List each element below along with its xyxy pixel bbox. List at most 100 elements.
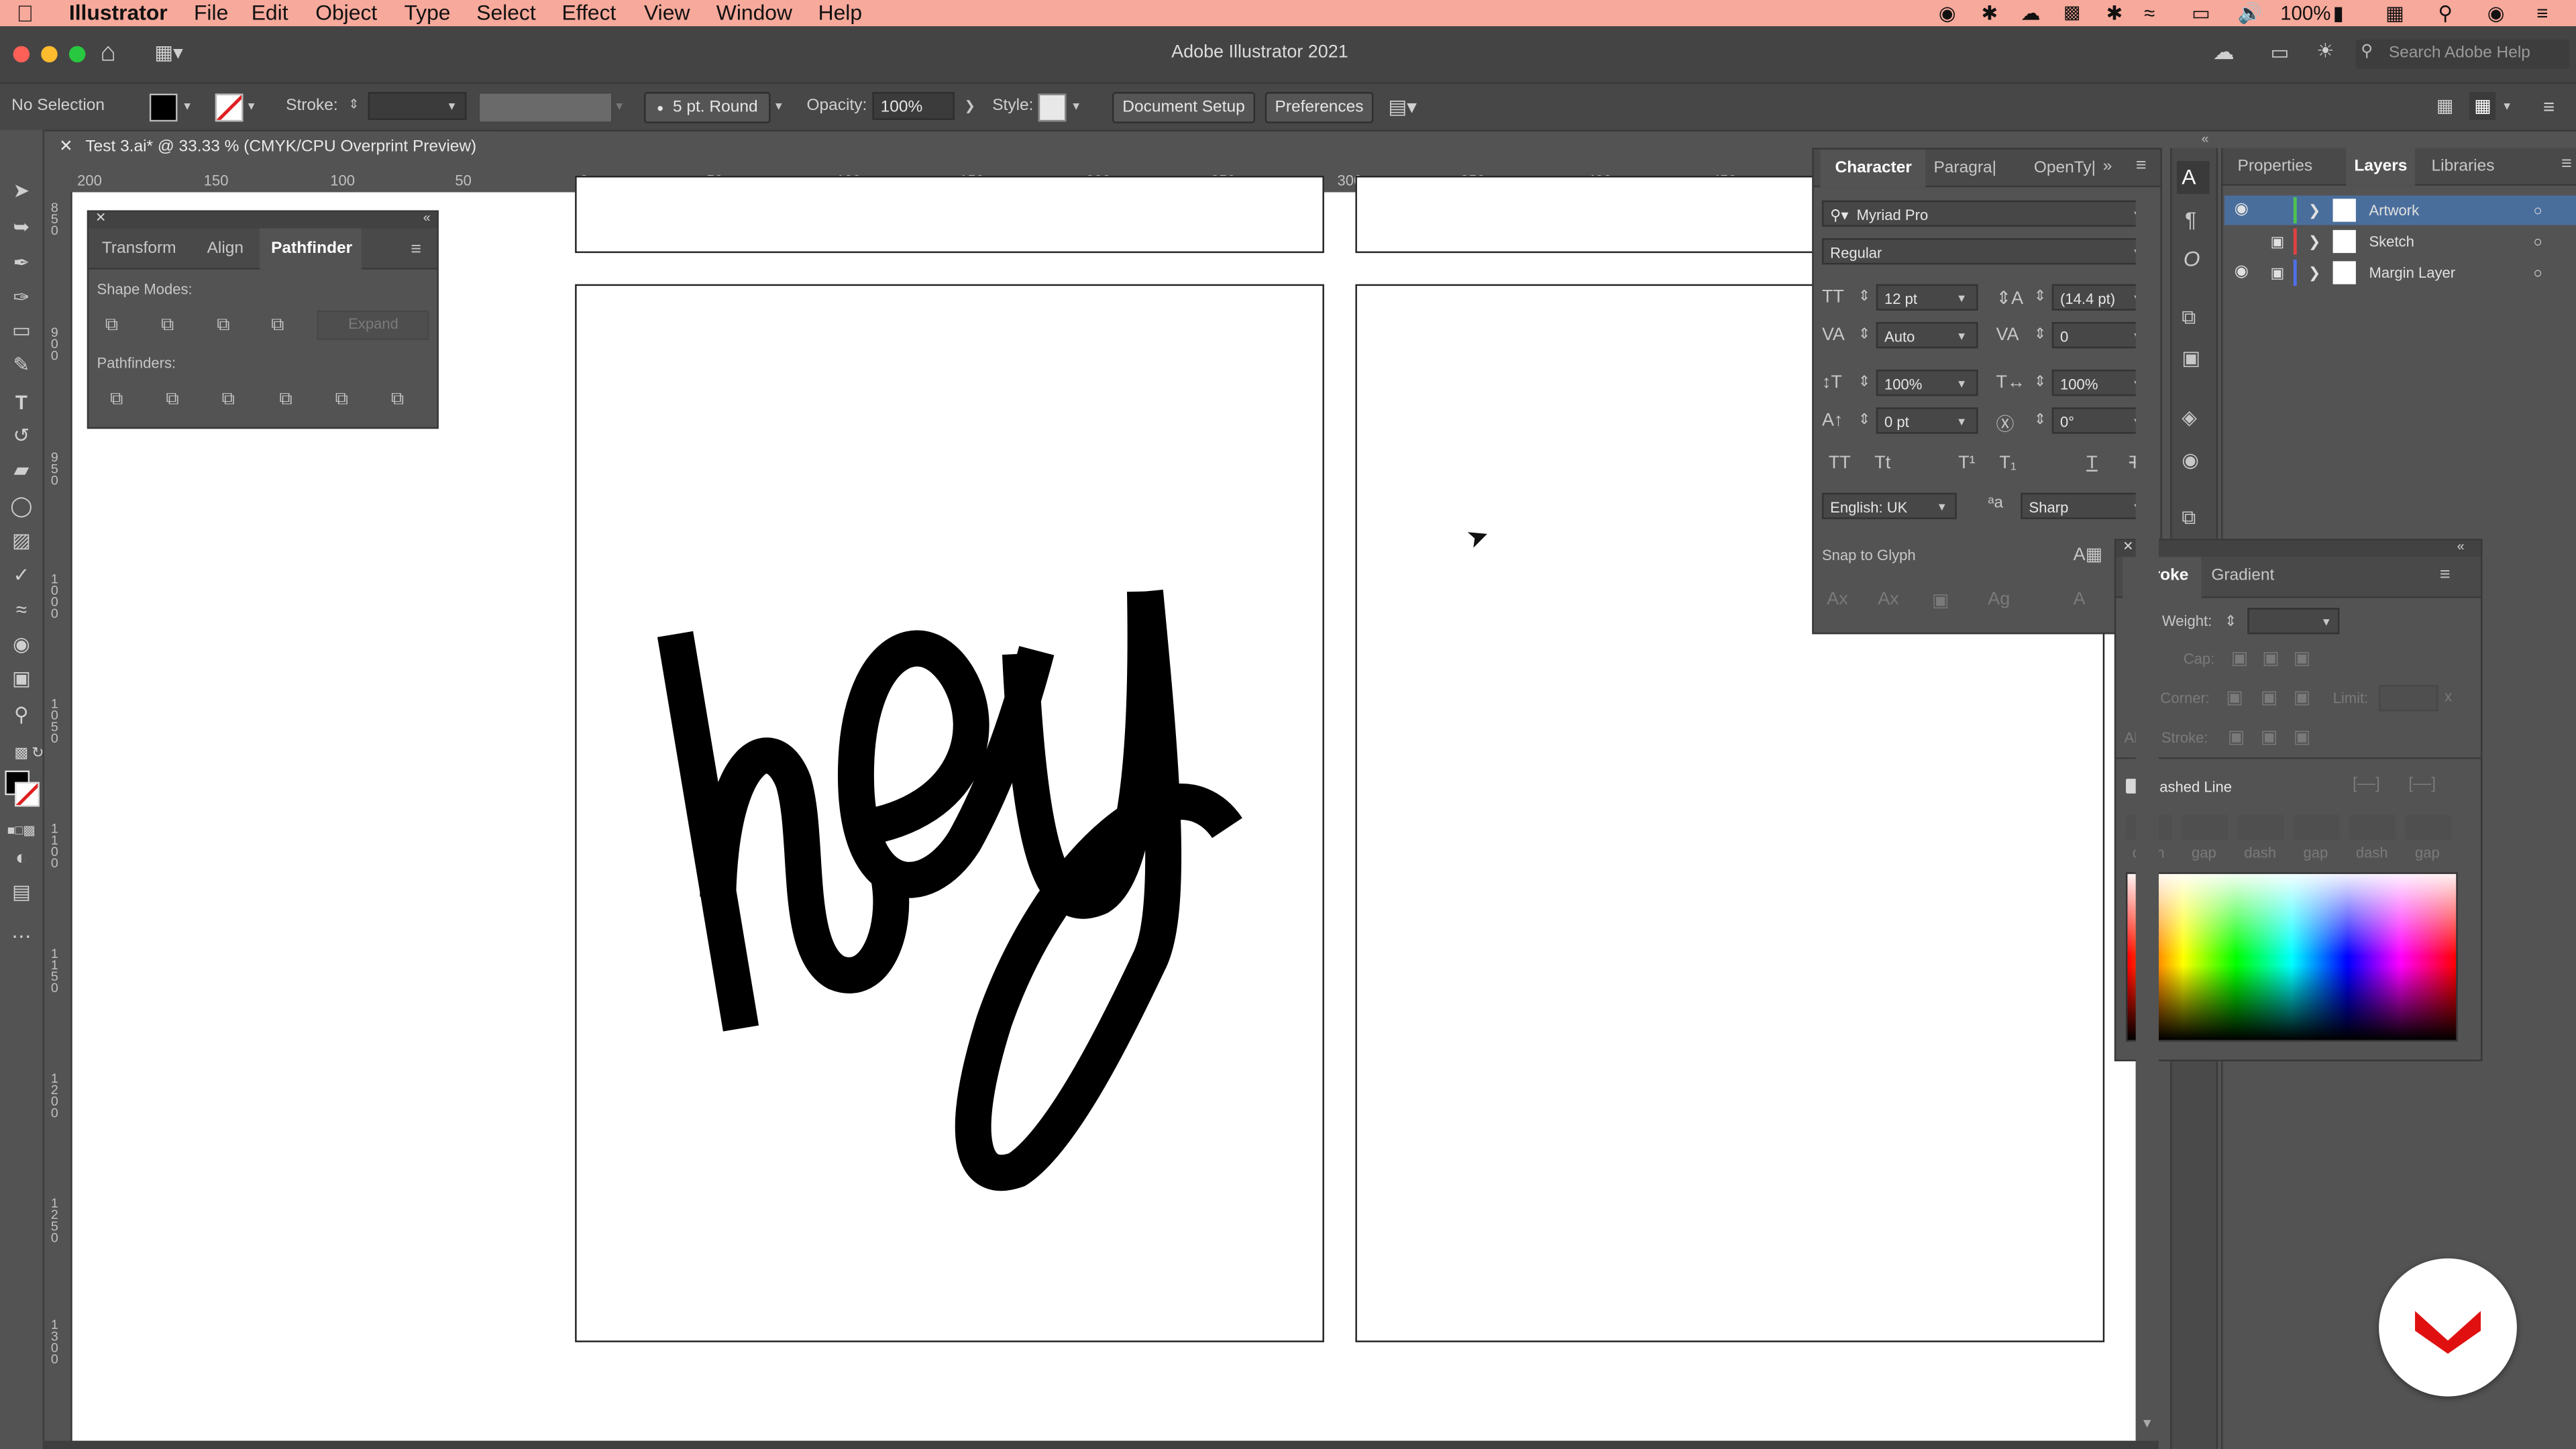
layer-name[interactable]: Margin Layer — [2369, 258, 2455, 287]
stroke-dock-icon[interactable]: ◈ — [2182, 406, 2197, 429]
volume-icon[interactable]: 🔊 — [2238, 0, 2263, 26]
stroke-weight-dropdown-icon[interactable]: ▾ — [449, 99, 455, 113]
menu-window[interactable]: Window — [716, 0, 792, 26]
artboard-top-left[interactable] — [575, 176, 1324, 254]
round-join-icon[interactable]: ▣ — [2261, 687, 2277, 708]
tab-libraries[interactable]: Libraries — [2432, 158, 2495, 176]
gap-field-3[interactable] — [2405, 814, 2451, 840]
horizontal-scrollbar[interactable] — [42, 1440, 2159, 1449]
dash-preserve-icon[interactable]: [––] — [2353, 775, 2380, 794]
close-panel-icon[interactable]: ✕ — [95, 210, 106, 225]
character-dock-icon[interactable]: A — [2182, 164, 2196, 189]
unite-icon[interactable]: ⧉ — [105, 315, 118, 337]
layer-row-sketch[interactable]: ▣ ❯ Sketch ○ — [2224, 227, 2576, 256]
round-cap-icon[interactable]: ▣ — [2262, 647, 2279, 668]
hey-lettering[interactable] — [577, 286, 1323, 1340]
align-center-icon[interactable]: ▣ — [2228, 726, 2245, 747]
minimize-window-button[interactable] — [41, 46, 58, 63]
draw-mode-icon[interactable]: ◐ — [7, 843, 36, 872]
subscript-icon[interactable]: T₁ — [1999, 453, 2017, 473]
align-inside-icon[interactable]: ▣ — [2261, 726, 2277, 747]
direct-selection-tool-icon[interactable]: ➥ — [7, 212, 36, 241]
style-dropdown-icon[interactable]: ▾ — [1073, 99, 1079, 113]
apple-icon[interactable]:  — [16, 0, 34, 26]
tab-align[interactable]: Align — [207, 240, 244, 258]
stepper-icon[interactable]: ⇕ — [1858, 373, 1870, 391]
stepper-icon[interactable]: ⇕ — [2034, 411, 2046, 429]
menu-edit[interactable]: Edit — [252, 0, 288, 26]
vertical-scrollbar[interactable]: ▼ — [2135, 192, 2159, 1441]
stepper-icon[interactable]: ⇕ — [1858, 325, 1870, 343]
panel-menu-icon[interactable]: ≡ — [2561, 154, 2572, 174]
font-size-dropdown-icon[interactable]: ▾ — [1958, 290, 1965, 305]
tab-paragraph[interactable]: Paragra| — [1933, 160, 1996, 178]
underline-icon[interactable]: T — [2086, 453, 2097, 473]
target-icon[interactable]: ○ — [2533, 195, 2542, 225]
minus-back-icon[interactable]: ⧉ — [391, 389, 404, 411]
menu-select[interactable]: Select — [476, 0, 536, 26]
vertical-scale-dropdown-icon[interactable]: ▾ — [1958, 376, 1965, 391]
exclude-icon[interactable]: ⧉ — [271, 315, 284, 337]
merge-icon[interactable]: ⧉ — [222, 389, 235, 411]
home-icon[interactable]: ⌂ — [100, 40, 116, 69]
help-search-box[interactable]: ⚲ Search Adobe Help — [2355, 39, 2570, 69]
opacity-arrow-icon[interactable]: ❯ — [965, 99, 975, 113]
kerning-dropdown-icon[interactable]: ▾ — [1958, 329, 1965, 343]
stroke-dropdown-icon[interactable]: ▾ — [248, 99, 255, 113]
snap-options-icon[interactable]: A▦ — [2074, 544, 2102, 565]
tab-opentype[interactable]: OpenTy| — [2034, 160, 2096, 178]
more-tabs-icon[interactable]: » — [2103, 158, 2112, 176]
eyedropper-tool-icon[interactable]: ✓ — [7, 560, 36, 590]
tab-transform[interactable]: Transform — [102, 240, 176, 258]
gap-field-1[interactable] — [2182, 814, 2228, 840]
spotlight-icon[interactable]: ⚲ — [2438, 0, 2453, 26]
artboard-hey[interactable] — [575, 284, 1324, 1342]
limit-field[interactable] — [2379, 685, 2438, 712]
close-document-icon[interactable]: ✕ — [59, 131, 73, 164]
weight-stepper-icon[interactable]: ⇕ — [2224, 612, 2237, 631]
divide-icon[interactable]: ⧉ — [110, 389, 123, 411]
butt-cap-icon[interactable]: ▣ — [2231, 647, 2248, 668]
rectangle-tool-icon[interactable]: ▭ — [7, 315, 36, 345]
collapse-dock-icon[interactable]: « — [2202, 131, 2209, 146]
fill-dropdown-icon[interactable]: ▾ — [184, 99, 191, 113]
small-caps-icon[interactable]: Tt — [1874, 453, 1890, 473]
shape-builder-tool-icon[interactable]: ◉ — [7, 629, 36, 659]
snap-proximity-icon[interactable]: Ag — [1988, 590, 2010, 609]
superscript-icon[interactable]: T¹ — [1958, 453, 1975, 473]
snap-angular-icon[interactable]: A — [2074, 590, 2086, 609]
battery-icon[interactable]: ▮ — [2333, 0, 2344, 26]
zoom-tool-icon[interactable]: ⚲ — [7, 700, 36, 729]
outline-icon[interactable]: ⧉ — [335, 389, 348, 411]
gradient-tool-icon[interactable]: ▨ — [7, 526, 36, 555]
projecting-cap-icon[interactable]: ▣ — [2294, 647, 2310, 668]
stepper-icon[interactable]: ⇕ — [1858, 288, 1870, 306]
arrange-documents-icon[interactable]: ▭ — [2271, 41, 2290, 64]
dash-field-2[interactable] — [2237, 814, 2284, 840]
tab-properties[interactable]: Properties — [2238, 158, 2313, 176]
dash-field-3[interactable] — [2349, 814, 2396, 840]
gap-field-2[interactable] — [2293, 814, 2340, 840]
brush-dropdown-icon[interactable]: ▾ — [775, 99, 782, 113]
screen-mode-icon[interactable]: ▤ — [7, 877, 36, 907]
document-tab[interactable]: ✕ Test 3.ai* @ 33.33 % (CMYK/CPU Overpri… — [49, 131, 493, 164]
workspace-switcher-icon[interactable]: ▦▾ — [154, 41, 183, 64]
weight-dropdown-icon[interactable]: ▾ — [2323, 614, 2330, 629]
artboards-dock-icon[interactable]: ⧉ — [2182, 506, 2196, 531]
document-setup-button[interactable]: Document Setup — [1112, 92, 1256, 123]
panel-header[interactable]: ✕ « — [2116, 539, 2481, 557]
bevel-join-icon[interactable]: ▣ — [2294, 687, 2310, 708]
language-dropdown-icon[interactable]: ▾ — [1939, 499, 1945, 514]
menu-help[interactable]: Help — [818, 0, 863, 26]
opentype-dock-icon[interactable]: O — [2184, 246, 2200, 271]
collapse-panel-icon[interactable]: « — [2457, 539, 2465, 553]
target-icon[interactable]: ○ — [2533, 227, 2542, 256]
opacity-field[interactable]: 100% — [872, 92, 955, 120]
stroke-stepper-icon[interactable]: ⇕ — [348, 97, 359, 111]
eraser-tool-icon[interactable]: ▰ — [7, 455, 36, 484]
tab-character[interactable]: Character — [1835, 160, 1912, 178]
layout-dropdown-icon[interactable]: ▾ — [2504, 99, 2510, 113]
zoom-window-button[interactable] — [68, 46, 86, 63]
layer-name[interactable]: Sketch — [2369, 227, 2414, 256]
isolate-icon[interactable]: ▦ — [2436, 84, 2453, 130]
